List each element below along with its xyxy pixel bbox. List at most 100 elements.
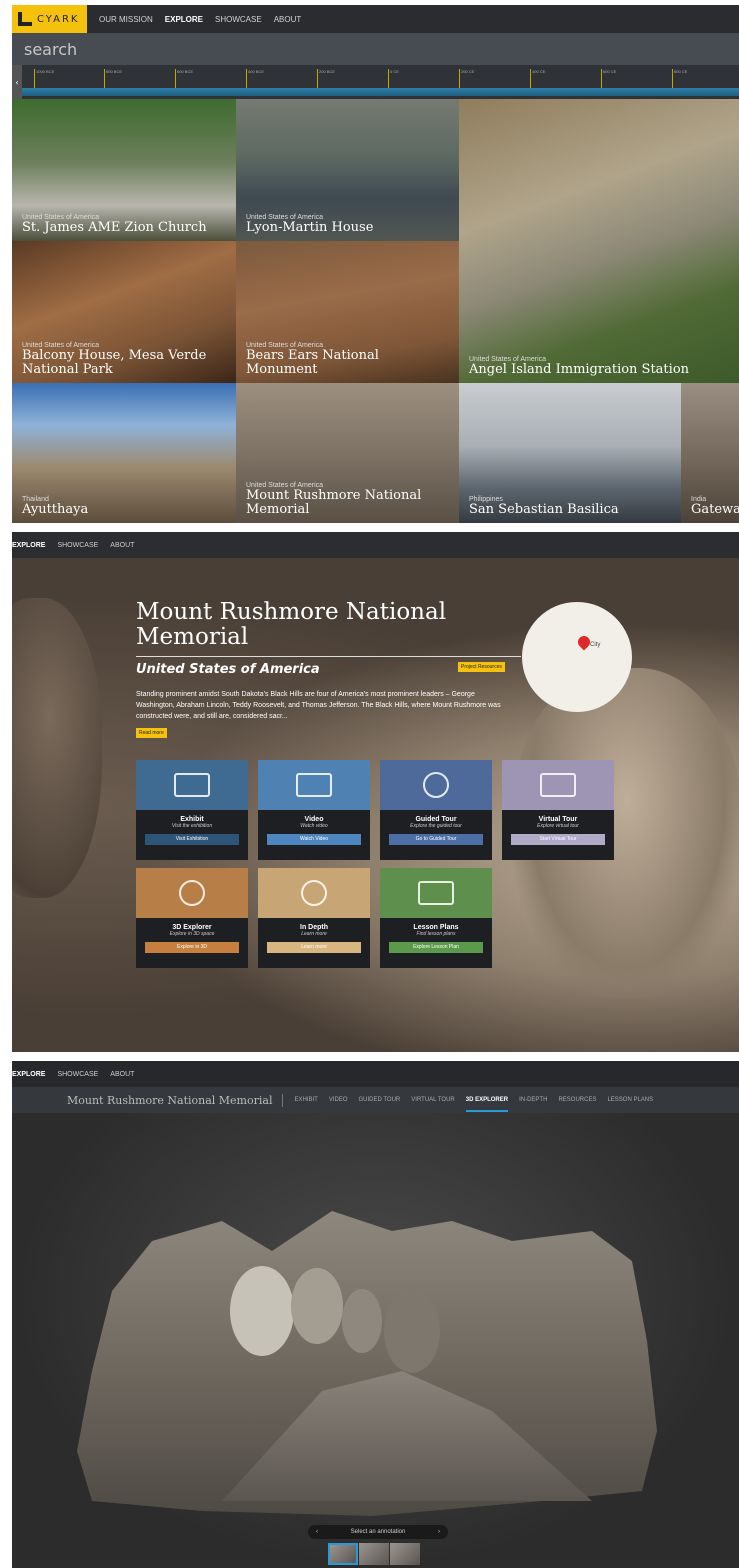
nav-showcase[interactable]: SHOWCASE	[57, 1071, 98, 1078]
top-nav: CYARK OUR MISSION EXPLORE SHOWCASE ABOUT	[12, 5, 739, 33]
learn-more-button[interactable]: Learn more	[267, 942, 361, 953]
annotation-thumbnail[interactable]	[359, 1543, 389, 1565]
3d-explorer-card[interactable]: 3D Explorer Explore in 3D space Explore i…	[136, 868, 248, 968]
video-card[interactable]: Video Watch video Watch Video	[258, 760, 370, 860]
tab-virtual-tour[interactable]: VIRTUAL TOUR	[411, 1097, 454, 1103]
guided-tour-icon	[423, 772, 449, 798]
lesson-plans-card-header	[380, 868, 492, 918]
tab-resources[interactable]: RESOURCES	[558, 1097, 596, 1103]
in-depth-card[interactable]: In Depth Learn more Learn more	[258, 868, 370, 968]
site-tile[interactable]: India Gatewa	[681, 383, 739, 523]
exhibit-card[interactable]: Exhibit Visit the exhibition Visit Exhibi…	[136, 760, 248, 860]
exhibit-card-header	[136, 760, 248, 810]
project-resources-button[interactable]: Project Resources	[458, 662, 505, 672]
timeline-prev-button[interactable]: ‹	[12, 65, 22, 99]
cyark-logo[interactable]: CYARK	[12, 5, 87, 33]
site-tile[interactable]: Philippines San Sebastian Basilica	[459, 383, 681, 523]
read-more-button[interactable]: Read more	[136, 728, 167, 738]
tab-in-depth[interactable]: IN-DEPTH	[519, 1097, 547, 1103]
site-tile[interactable]: United States of America Bears Ears Natio…	[236, 241, 459, 383]
tab-guided-tour[interactable]: GUIDED TOUR	[358, 1097, 400, 1103]
nav-explore[interactable]: EXPLORE	[12, 542, 45, 549]
3d-explorer-card-header	[136, 868, 248, 918]
visit-exhibition-button[interactable]: Visit Exhibition	[145, 834, 239, 845]
site-grid: United States of America St. James AME Zi…	[12, 99, 739, 523]
explore-lesson-plan-button[interactable]: Explore Lesson Plan	[389, 942, 483, 953]
left-face-image	[12, 598, 102, 898]
nav-our-mission[interactable]: OUR MISSION	[99, 15, 153, 24]
nav-about[interactable]: ABOUT	[110, 1071, 134, 1078]
site-tile[interactable]: United States of America Lyon-Martin Hous…	[236, 99, 459, 241]
presentation-board-icon	[418, 881, 454, 905]
timeline-tick: 600 BCE	[175, 69, 193, 89]
nav-about[interactable]: ABOUT	[274, 15, 302, 24]
virtual-tour-card-header	[502, 760, 614, 810]
3d-explorer-page: EXPLORE SHOWCASE ABOUT Mount Rushmore Na…	[12, 1061, 739, 1568]
nav-about[interactable]: ABOUT	[110, 542, 134, 549]
3d-viewer[interactable]: ‹ Select an annotation ›	[12, 1113, 739, 1568]
tab-video[interactable]: VIDEO	[329, 1097, 348, 1103]
nav-showcase[interactable]: SHOWCASE	[215, 15, 262, 24]
annotation-thumbnail[interactable]	[390, 1543, 420, 1565]
site-tile[interactable]: United States of America Mount Rushmore N…	[236, 383, 459, 523]
timeline-tick: 800 CE	[672, 69, 687, 89]
site-description: Standing prominent amidst South Dakota's…	[136, 691, 501, 720]
nav-explore[interactable]: EXPLORE	[12, 1071, 45, 1078]
top-nav: EXPLORE SHOWCASE ABOUT	[12, 532, 739, 558]
exhibit-icon	[174, 773, 210, 797]
go-to-guided-tour-button[interactable]: Go to Guided Tour	[389, 834, 483, 845]
cyark-logo-icon	[18, 12, 32, 26]
timeline-density-bar	[22, 88, 739, 96]
3d-cube-icon	[179, 880, 205, 906]
search-bar	[12, 33, 739, 65]
page-title: Mount Rushmore National Memorial	[136, 599, 447, 650]
annotation-thumbnail[interactable]	[328, 1543, 358, 1565]
map-city-label: City	[590, 642, 601, 648]
explore-page: CYARK OUR MISSION EXPLORE SHOWCASE ABOUT…	[12, 5, 739, 523]
country-subtitle: United States of America	[136, 662, 320, 677]
timeline-tick: 200 CE	[459, 69, 474, 89]
site-overview-page: EXPLORE SHOWCASE ABOUT Mount Rushmore Na…	[12, 532, 739, 1052]
nav-showcase[interactable]: SHOWCASE	[57, 542, 98, 549]
top-nav: EXPLORE SHOWCASE ABOUT	[12, 1061, 739, 1087]
location-map[interactable]: City	[522, 602, 632, 712]
annotation-thumbnails	[328, 1543, 420, 1565]
explore-in-3d-button[interactable]: Explore in 3D	[145, 942, 239, 953]
timeline-tick: 1000 BCE	[34, 69, 54, 89]
magnifier-icon	[301, 880, 327, 906]
site-tile[interactable]: United States of America Balcony House, M…	[12, 241, 236, 383]
site-title[interactable]: Mount Rushmore National Memorial	[67, 1093, 284, 1107]
guided-tour-card[interactable]: Guided Tour Explore the guided tour Go to…	[380, 760, 492, 860]
timeline-tick: 400 CE	[530, 69, 545, 89]
video-icon	[296, 773, 332, 797]
virtual-tour-card[interactable]: Virtual Tour Explore virtual tour Start V…	[502, 760, 614, 860]
virtual-tour-icon	[540, 773, 576, 797]
title-divider	[136, 656, 521, 657]
watch-video-button[interactable]: Watch Video	[267, 834, 361, 845]
annotation-selector[interactable]: ‹ Select an annotation ›	[308, 1525, 448, 1539]
guided-tour-card-header	[380, 760, 492, 810]
video-card-header	[258, 760, 370, 810]
timeline-tick: 200 BCE	[317, 69, 335, 89]
annotation-next-button[interactable]: ›	[438, 1529, 440, 1535]
tab-exhibit[interactable]: EXHIBIT	[294, 1097, 317, 1103]
site-tile[interactable]: Thailand Ayutthaya	[12, 383, 236, 523]
timeline-tick: 600 CE	[601, 69, 616, 89]
annotation-prev-button[interactable]: ‹	[316, 1529, 318, 1535]
timeline-tick: 800 BCE	[104, 69, 122, 89]
site-section-nav: Mount Rushmore National Memorial EXHIBIT…	[12, 1087, 739, 1113]
mount-rushmore-3d-model[interactable]	[72, 1201, 662, 1521]
in-depth-card-header	[258, 868, 370, 918]
nav-explore[interactable]: EXPLORE	[165, 15, 203, 24]
search-input[interactable]	[24, 39, 324, 59]
timeline[interactable]: ‹ 1000 BCE 800 BCE 600 BCE 400 BCE 200 B…	[12, 65, 739, 99]
tab-3d-explorer[interactable]: 3D EXPLORER	[465, 1097, 509, 1112]
start-virtual-tour-button[interactable]: Start Virtual Tour	[511, 834, 605, 845]
timeline-tick: 0 CE	[388, 69, 399, 89]
site-tile[interactable]: United States of America St. James AME Zi…	[12, 99, 236, 241]
lesson-plans-card[interactable]: Lesson Plans Find lesson plans Explore Le…	[380, 868, 492, 968]
site-tile[interactable]: United States of America Angel Island Imm…	[459, 99, 739, 383]
logo-text: CYARK	[37, 13, 80, 25]
tab-lesson-plans[interactable]: LESSON PLANS	[607, 1097, 653, 1103]
annotation-label: Select an annotation	[350, 1529, 406, 1535]
